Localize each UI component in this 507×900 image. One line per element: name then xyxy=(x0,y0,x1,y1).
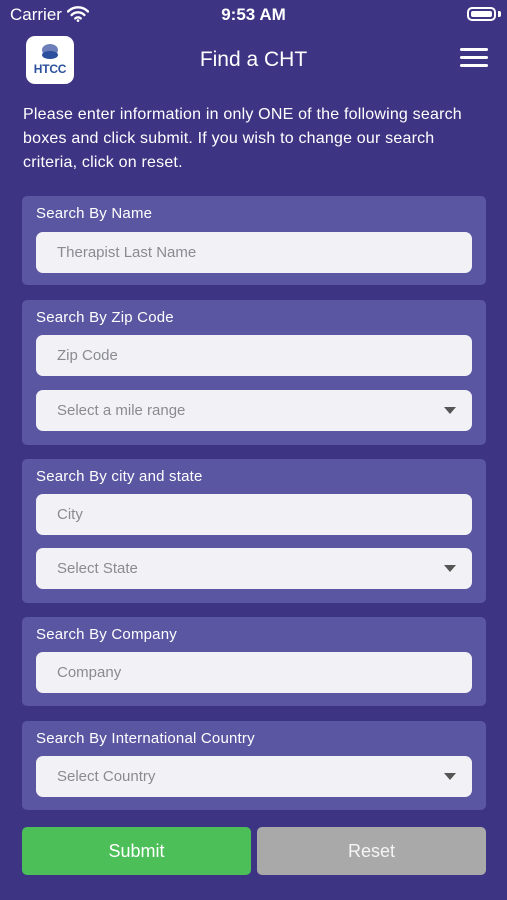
company-input[interactable]: Company xyxy=(36,652,472,693)
input-placeholder: Company xyxy=(57,664,122,681)
city-input[interactable]: City xyxy=(36,494,472,535)
reset-button[interactable]: Reset xyxy=(257,827,486,875)
status-time: 9:53 AM xyxy=(221,5,286,24)
section-label-zip: Search By Zip Code xyxy=(36,309,174,326)
state-select[interactable]: Select State xyxy=(36,548,472,589)
chevron-down-icon xyxy=(444,407,456,414)
chevron-down-icon xyxy=(444,565,456,572)
search-by-zip-card: Search By Zip Code Zip Code Select a mil… xyxy=(22,300,486,445)
input-placeholder: Zip Code xyxy=(57,347,118,364)
hamburger-menu-icon[interactable] xyxy=(460,48,488,68)
country-select[interactable]: Select Country xyxy=(36,756,472,797)
section-label-country: Search By International Country xyxy=(36,730,255,747)
search-by-country-card: Search By International Country Select C… xyxy=(22,721,486,810)
page-title: Find a CHT xyxy=(199,48,308,71)
section-label-city-state: Search By city and state xyxy=(36,468,203,485)
select-value: Select State xyxy=(57,560,138,577)
chevron-down-icon xyxy=(444,773,456,780)
select-value: Select a mile range xyxy=(57,402,186,419)
input-placeholder: Therapist Last Name xyxy=(57,244,197,261)
submit-button[interactable]: Submit xyxy=(22,827,251,875)
zip-code-input[interactable]: Zip Code xyxy=(36,335,472,376)
therapist-last-name-input[interactable]: Therapist Last Name xyxy=(36,232,472,273)
select-value: Select Country xyxy=(57,768,156,785)
nav-bar: HTCC Find a CHT xyxy=(0,30,507,90)
section-label-name: Search By Name xyxy=(36,205,153,222)
search-by-company-card: Search By Company Company xyxy=(22,617,486,706)
search-by-city-state-card: Search By city and state City Select Sta… xyxy=(22,459,486,603)
mile-range-select[interactable]: Select a mile range xyxy=(36,390,472,431)
battery-cap xyxy=(498,11,501,17)
input-placeholder: City xyxy=(57,506,83,523)
battery-icon xyxy=(467,7,496,21)
search-by-name-card: Search By Name Therapist Last Name xyxy=(22,196,486,285)
instructions-text: Please enter information in only ONE of … xyxy=(23,106,462,171)
section-label-company: Search By Company xyxy=(36,626,177,643)
status-bar: Carrier 9:53 AM xyxy=(0,0,507,30)
